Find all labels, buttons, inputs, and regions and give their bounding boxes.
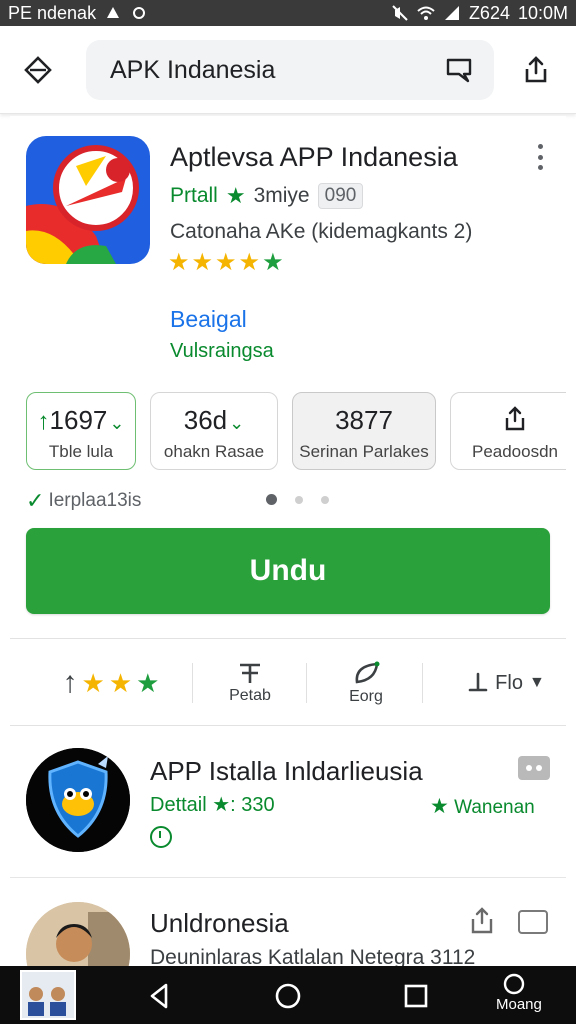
- checkmark-icon: ✓: [26, 488, 45, 513]
- status-left-text: PE ndenak: [8, 2, 97, 23]
- home-icon[interactable]: [272, 980, 304, 1012]
- rate-action[interactable]: ↑ ★ ★ ★: [46, 639, 176, 727]
- list-item[interactable]: Unldronesia Deuninlaras Katlalan Netegra…: [10, 880, 566, 968]
- eco-label: Eorg: [349, 688, 383, 705]
- version-link[interactable]: Vulsraingsa: [170, 340, 274, 363]
- star-outline-icon: ★: [262, 249, 284, 276]
- share-button[interactable]: [518, 52, 554, 88]
- stat-value: 1697: [49, 405, 108, 435]
- star-icon: ★: [81, 667, 105, 698]
- content-badge: 090: [317, 183, 364, 209]
- star-icon: ★: [215, 249, 237, 276]
- signal-icon: [444, 6, 459, 20]
- rating-icon: [240, 663, 260, 683]
- stat-chip-share[interactable]: Peadoosdn: [450, 392, 566, 470]
- list-item[interactable]: APP Istalla Inldarlieusia Dettail ★: 330…: [10, 728, 566, 878]
- developer-link[interactable]: Prtall: [170, 184, 218, 208]
- app-notification-icon: [133, 7, 146, 19]
- app-title: Aptlevsa APP Indanesia: [170, 142, 458, 172]
- action-row: ↑ ★ ★ ★ Petab Eorg Flo ▼: [10, 638, 566, 726]
- category-link[interactable]: Beaigal: [170, 306, 247, 333]
- stat-label: Serinan Parlakes: [299, 442, 429, 461]
- search-input[interactable]: APK Indanesia: [110, 56, 444, 85]
- stat-value: 36d: [183, 405, 228, 435]
- star-icon: ★: [225, 183, 246, 208]
- app-subtitle: Catonaha AKe (kidemagkants 2): [170, 220, 473, 243]
- list-item-meta: Dettail ★: 330: [150, 794, 275, 816]
- share-icon[interactable]: [468, 906, 496, 936]
- list-item-badge: ★ Wanenan: [430, 794, 535, 819]
- status-bar: PE ndenak Z624 10:0M: [0, 0, 576, 26]
- rating-stars: ★ ★ ★ ★ ★: [168, 248, 284, 277]
- chat-icon[interactable]: [444, 55, 474, 85]
- arrow-up-icon: ↑: [62, 666, 78, 699]
- notification-icon: [107, 7, 120, 18]
- system-nav-bar: Moang: [0, 966, 576, 1024]
- battery-text: Z624: [468, 2, 510, 23]
- verified-text: Ierplaa13is: [48, 490, 142, 511]
- leaf-icon: [355, 661, 380, 684]
- stat-label: ohakn Rasae: [163, 442, 265, 461]
- gamepad-outline-icon[interactable]: [518, 910, 548, 934]
- diamond-nav-button[interactable]: [20, 52, 56, 88]
- developer-row: Prtall ★ 3miye 090: [170, 183, 364, 209]
- rate-button[interactable]: Petab: [210, 639, 290, 727]
- stat-label: Peadoosdn: [471, 442, 559, 461]
- search-bar[interactable]: APK Indanesia: [86, 40, 494, 100]
- star-outline-icon: ★: [136, 667, 160, 698]
- stat-chip-reviews[interactable]: 36d ⌄ ohakn Rasae: [150, 392, 278, 470]
- verified-label: ✓ Ierplaa13is: [26, 488, 141, 514]
- list-item-title: APP Istalla Inldarlieusia: [150, 756, 423, 786]
- share-icon: [505, 406, 525, 431]
- back-icon[interactable]: [144, 980, 176, 1012]
- shield-app-icon: [26, 748, 130, 852]
- search-header: APK Indanesia: [0, 26, 576, 114]
- gamepad-icon[interactable]: [518, 756, 550, 780]
- star-icon: ★: [168, 249, 190, 276]
- star-icon: ★: [191, 249, 214, 276]
- eco-button[interactable]: Eorg: [326, 639, 406, 727]
- recent-app-thumbnail[interactable]: [20, 970, 76, 1020]
- star-icon: ★: [430, 795, 449, 818]
- chevron-down-icon: ⌄: [229, 413, 245, 433]
- app-logo-icon[interactable]: [26, 136, 150, 264]
- divider: [192, 663, 193, 703]
- stat-value: 3877: [335, 405, 393, 435]
- developer-sub: 3miye: [253, 184, 310, 207]
- stat-chip-rating[interactable]: 3877 Serinan Parlakes: [292, 392, 436, 470]
- stat-chip-downloads[interactable]: ↑1697 ⌄ Tble lula: [26, 392, 136, 470]
- mute-icon: [392, 5, 408, 21]
- filter-icon: [468, 672, 488, 692]
- chevron-down-icon: ⌄: [109, 413, 125, 433]
- diamond-icon: [24, 56, 52, 84]
- list-item-title: Unldronesia: [150, 908, 289, 938]
- recents-icon[interactable]: [400, 980, 432, 1012]
- list-item-subtitle: Deuninlaras Katlalan Netegra 3112: [150, 946, 476, 968]
- divider: [306, 663, 307, 703]
- list-item-right-text: Wanenan: [454, 797, 535, 818]
- stat-label: Tble lula: [48, 442, 114, 461]
- nav-label: Moang: [496, 996, 542, 1013]
- app-details-card: Aptlevsa APP Indanesia Prtall ★ 3miye 09…: [10, 116, 566, 636]
- arrow-up-icon: ↑: [37, 408, 50, 435]
- carousel-indicator: [266, 494, 329, 505]
- more-options-icon[interactable]: [530, 142, 550, 172]
- half-star-icon: ★: [238, 249, 261, 276]
- filter-label: Flo: [495, 671, 523, 694]
- star-icon: ★: [108, 667, 133, 698]
- install-button[interactable]: Undu: [26, 528, 550, 614]
- share-icon: [525, 56, 547, 83]
- filter-dropdown[interactable]: Flo ▼: [456, 639, 556, 727]
- assistant-icon[interactable]: [500, 970, 528, 998]
- rate-label: Petab: [229, 687, 271, 704]
- clock: 10:0M: [517, 2, 568, 23]
- caret-down-icon: ▼: [528, 674, 545, 691]
- clock-icon: [150, 826, 172, 848]
- divider: [422, 663, 423, 703]
- wifi-icon: [417, 6, 435, 20]
- stats-carousel[interactable]: ↑1697 ⌄ Tble lula 36d ⌄ ohakn Rasae 3877 S…: [26, 392, 566, 470]
- user-avatar: [26, 902, 130, 968]
